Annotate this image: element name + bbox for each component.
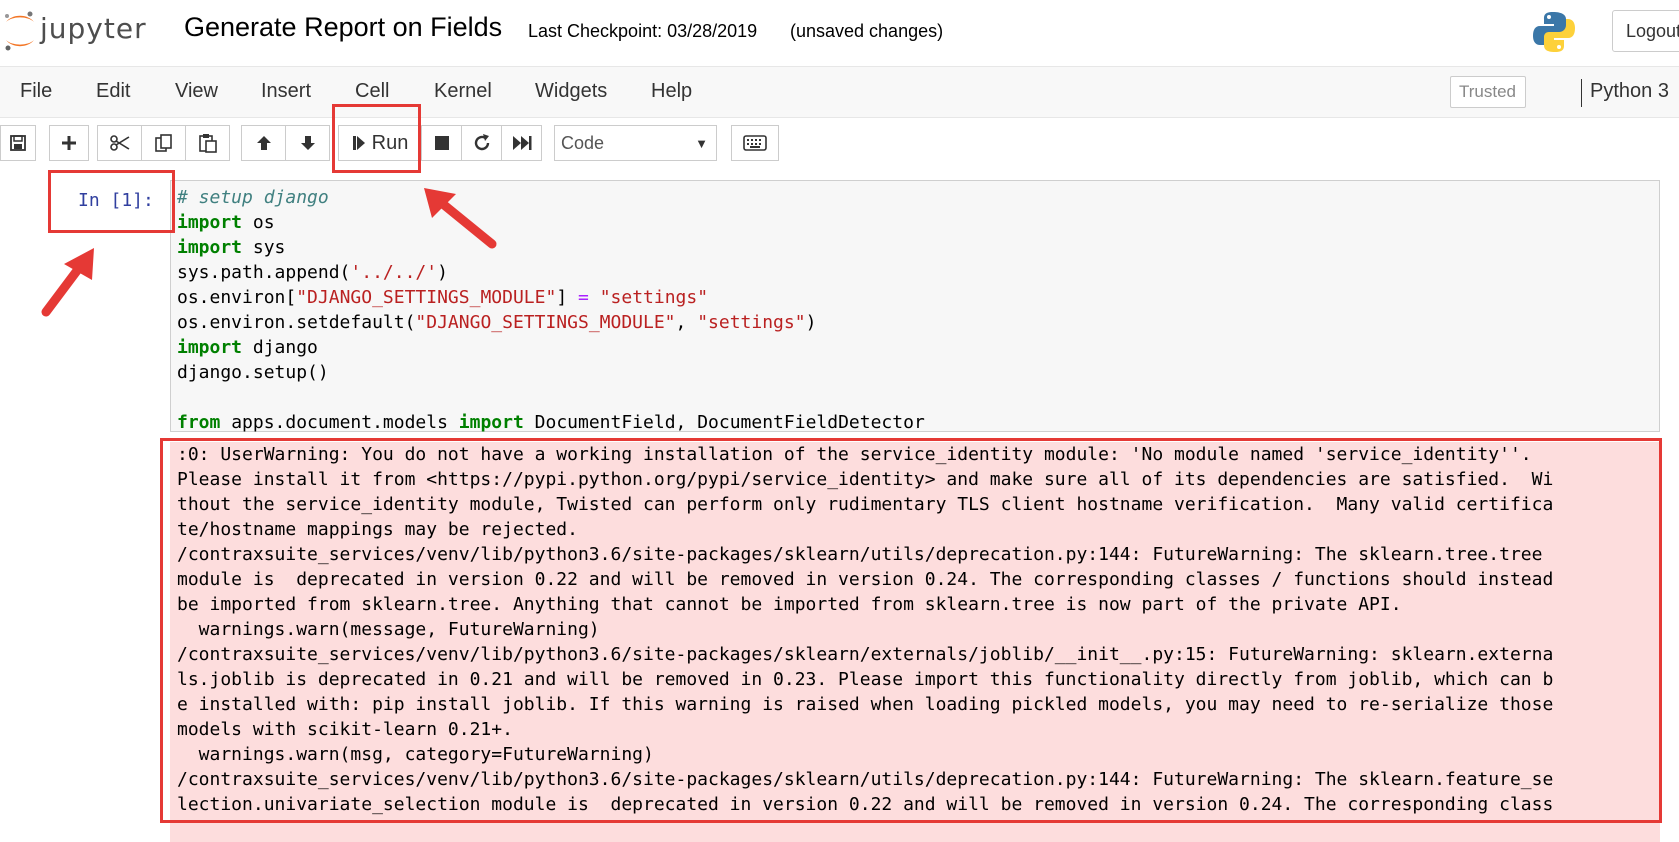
header: jupyter Generate Report on Fields Last C… xyxy=(0,0,1679,64)
arrow-to-prompt-icon xyxy=(41,248,94,317)
menu-cell[interactable]: Cell xyxy=(355,80,389,103)
code-token: # setup django xyxy=(177,187,329,208)
restart-kernel-button[interactable] xyxy=(461,125,502,161)
last-checkpoint: Last Checkpoint: 03/28/2019 xyxy=(528,21,758,41)
menu-view[interactable]: View xyxy=(175,80,218,103)
copy-icon xyxy=(154,134,172,152)
code-line: # setup django xyxy=(177,185,925,210)
code-token: sys xyxy=(242,237,286,258)
toolbar-group-insert xyxy=(49,125,89,161)
paste-icon xyxy=(198,134,217,153)
move-up-button[interactable] xyxy=(241,125,286,161)
cut-button[interactable] xyxy=(97,125,142,161)
code-token: django xyxy=(242,337,318,358)
command-palette-button[interactable] xyxy=(731,125,779,161)
code-line: os.environ["DJANGO_SETTINGS_MODULE"] = "… xyxy=(177,285,925,310)
chevron-down-icon: ▼ xyxy=(695,136,708,151)
copy-button[interactable] xyxy=(141,125,186,161)
trusted-indicator[interactable]: Trusted xyxy=(1450,76,1526,108)
keyboard-icon xyxy=(743,135,767,151)
code-token: from xyxy=(177,412,221,433)
code-token: import xyxy=(177,337,243,358)
arrow-up-icon xyxy=(256,136,271,150)
code-line: sys.path.append('../../') xyxy=(177,260,925,285)
toolbar: Run Code ▼ xyxy=(0,118,1679,174)
stop-icon xyxy=(434,136,449,150)
run-highlight-box xyxy=(332,104,421,173)
jupyter-logo-text: jupyter xyxy=(40,12,147,45)
restart-run-all-button[interactable] xyxy=(501,125,542,161)
code-token: import xyxy=(177,237,243,258)
menu-edit[interactable]: Edit xyxy=(96,80,130,103)
code-line: os.environ.setdefault("DJANGO_SETTINGS_M… xyxy=(177,310,925,335)
code-token: import xyxy=(177,212,243,233)
cell-type-value: Code xyxy=(561,133,605,153)
code-token: os.environ[ xyxy=(177,287,297,308)
code-token: ) xyxy=(437,262,448,283)
code-token: "settings" xyxy=(599,287,709,308)
jupyter-logo[interactable]: jupyter xyxy=(0,8,160,52)
menu-kernel[interactable]: Kernel xyxy=(434,80,492,103)
output-highlight-box xyxy=(160,438,1662,823)
paste-button[interactable] xyxy=(185,125,230,161)
code-token: ] xyxy=(556,287,578,308)
toolbar-group-clipboard xyxy=(97,125,230,161)
code-token: DocumentField, DocumentFieldDetector xyxy=(523,412,925,433)
toolbar-group-save xyxy=(0,125,36,161)
code-token: "DJANGO_SETTINGS_MODULE" xyxy=(296,287,557,308)
cut-icon xyxy=(109,135,129,151)
code-token: ) xyxy=(805,312,817,333)
logout-button[interactable]: Logout xyxy=(1612,10,1679,52)
insert-cell-button[interactable] xyxy=(49,125,89,161)
restart-icon xyxy=(474,134,489,151)
menu-insert[interactable]: Insert xyxy=(261,80,311,103)
prompt-highlight-box xyxy=(48,170,175,233)
code-line: import django xyxy=(177,335,925,360)
menu-help[interactable]: Help xyxy=(651,80,692,103)
code-line: import os xyxy=(177,210,925,235)
code-token: import xyxy=(458,412,524,433)
code-line: django.setup() xyxy=(177,360,925,385)
kernel-name[interactable]: Python 3 xyxy=(1590,80,1669,103)
code-token: "DJANGO_SETTINGS_MODULE" xyxy=(415,312,676,333)
notebook-title[interactable]: Generate Report on Fields xyxy=(184,12,502,43)
cell-type-select[interactable]: Code ▼ xyxy=(554,125,717,161)
code-token: os xyxy=(242,212,275,233)
python-logo-icon xyxy=(1533,12,1575,52)
code-token: os.environ.setdefault( xyxy=(177,312,416,333)
move-down-button[interactable] xyxy=(285,125,330,161)
toolbar-group-move xyxy=(241,125,330,161)
save-status: (unsaved changes) xyxy=(790,21,944,41)
plus-icon xyxy=(62,136,76,150)
fast-forward-icon xyxy=(512,136,531,150)
menu-widgets[interactable]: Widgets xyxy=(535,80,607,103)
code-token: apps.document.models xyxy=(220,412,459,433)
code-token: sys.path.append( xyxy=(177,262,351,283)
code-token: "settings" xyxy=(697,312,806,333)
code-token: , xyxy=(675,312,698,333)
interrupt-kernel-button[interactable] xyxy=(421,125,462,161)
code-token: = xyxy=(578,287,589,308)
kernel-separator xyxy=(1581,79,1582,107)
save-button[interactable] xyxy=(0,125,36,161)
code-token: django.setup() xyxy=(177,362,329,383)
arrow-down-icon xyxy=(300,136,315,150)
menubar: File Edit View Insert Cell Kernel Widget… xyxy=(0,66,1679,118)
code-line: import sys xyxy=(177,235,925,260)
code-token: '../../' xyxy=(350,262,438,283)
jupyter-logo-icon xyxy=(5,11,34,51)
code-cell-input[interactable]: # setup django import os import sys sys.pat… xyxy=(170,180,1660,435)
code-editor[interactable]: # setup django import os import sys sys.pat… xyxy=(177,185,925,435)
save-icon xyxy=(10,135,26,151)
arrow-to-run-icon xyxy=(424,188,497,249)
code-line: from apps.document.models import Documen… xyxy=(177,410,925,435)
menu-file[interactable]: File xyxy=(20,80,52,103)
